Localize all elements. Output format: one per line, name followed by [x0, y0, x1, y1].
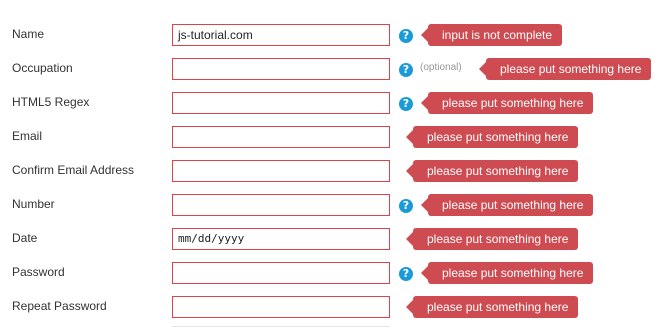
date-input[interactable]: mm/dd/yyyy: [172, 228, 390, 250]
form-row-number: Number ? please put something here: [0, 188, 660, 222]
confirm-email-label: Confirm Email Address: [12, 163, 135, 177]
confirm-email-input[interactable]: [172, 160, 390, 182]
number-input[interactable]: [172, 194, 390, 216]
form-row-confirm-email: Confirm Email Address please put somethi…: [0, 154, 660, 188]
name-input[interactable]: js-tutorial.com: [172, 24, 390, 46]
next-field-edge: [172, 326, 390, 330]
password-label: Password: [12, 265, 65, 279]
email-label: Email: [12, 129, 43, 143]
form-row-name: Name js-tutorial.com ? input is not comp…: [0, 18, 660, 52]
help-icon[interactable]: ?: [399, 97, 413, 111]
password-error-tooltip: please put something here: [420, 262, 594, 284]
form-row-date: Date mm/dd/yyyy please put something her…: [0, 222, 660, 256]
form-row-html5-regex: HTML5 Regex ? please put something here: [0, 86, 660, 120]
repeat-password-error-tooltip: please put something here: [405, 296, 579, 318]
repeat-password-input[interactable]: [172, 296, 390, 318]
confirm-email-error-tooltip: please put something here: [405, 160, 579, 182]
html5-regex-input[interactable]: [172, 92, 390, 114]
occupation-error-tooltip: please put something here: [478, 58, 652, 80]
occupation-label: Occupation: [12, 61, 73, 75]
form-row-repeat-password: Repeat Password please put something her…: [0, 290, 660, 324]
number-error-tooltip: please put something here: [420, 194, 594, 216]
form-row-occupation: Occupation ? (optional) please put somet…: [0, 52, 660, 86]
help-icon[interactable]: ?: [399, 267, 413, 281]
email-input[interactable]: [172, 126, 390, 148]
form-row-password: Password ? please put something here: [0, 256, 660, 290]
number-label: Number: [12, 197, 55, 211]
name-error-tooltip: input is not complete: [420, 24, 563, 46]
help-icon[interactable]: ?: [399, 29, 413, 43]
help-icon[interactable]: ?: [399, 199, 413, 213]
email-error-tooltip: please put something here: [405, 126, 579, 148]
date-label: Date: [12, 231, 38, 245]
html5-regex-error-tooltip: please put something here: [420, 92, 594, 114]
help-icon[interactable]: ?: [399, 63, 413, 77]
validation-form: Name js-tutorial.com ? input is not comp…: [0, 0, 660, 330]
form-row-email: Email please put something here: [0, 120, 660, 154]
password-input[interactable]: [172, 262, 390, 284]
html5-regex-label: HTML5 Regex: [12, 95, 90, 109]
optional-hint: (optional): [420, 62, 462, 73]
name-label: Name: [12, 27, 45, 41]
repeat-password-label: Repeat Password: [12, 299, 107, 313]
date-error-tooltip: please put something here: [405, 228, 579, 250]
occupation-input[interactable]: [172, 58, 390, 80]
